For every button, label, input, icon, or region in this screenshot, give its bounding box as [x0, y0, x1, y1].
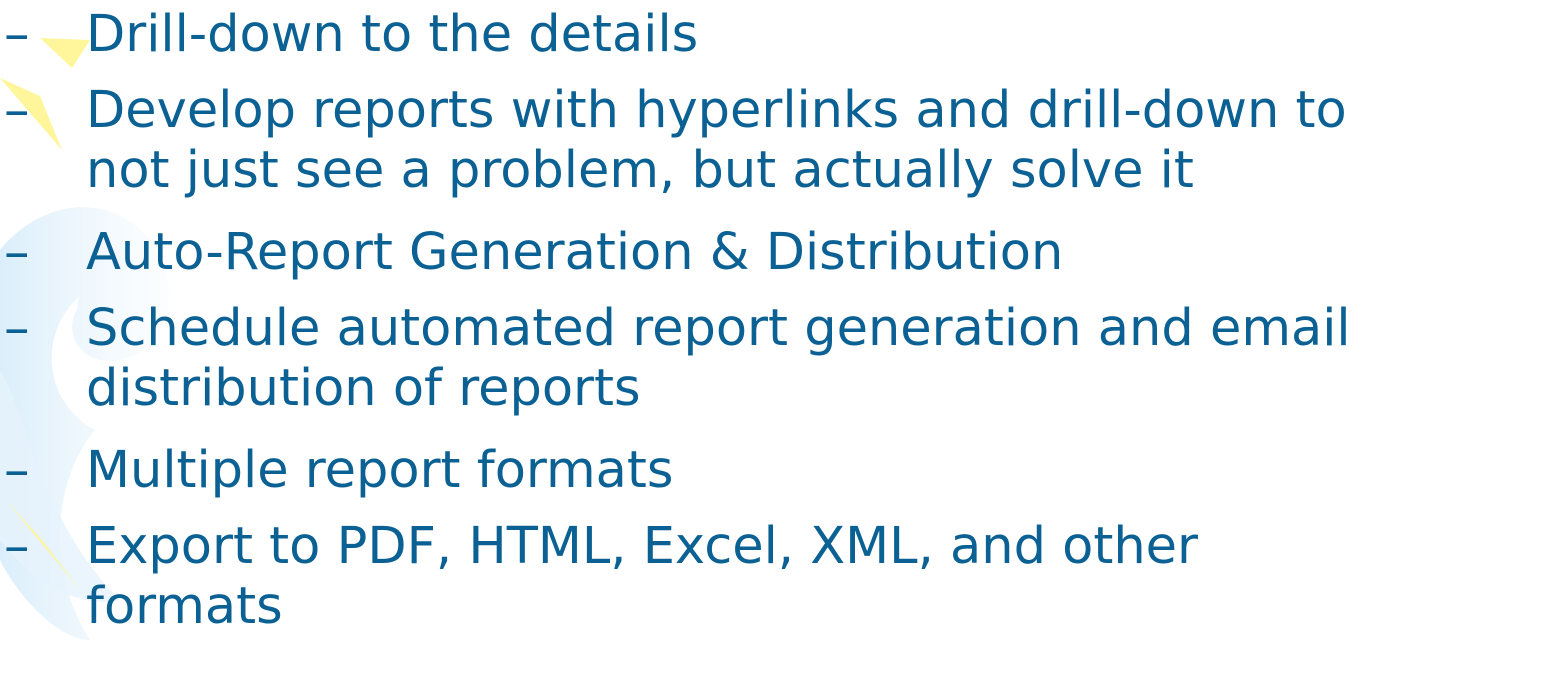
bullet-text: Multiple report formats — [86, 441, 674, 500]
bullet-dash: – — [4, 81, 30, 140]
bullet-text-line-2: not just see a problem, but actually sol… — [86, 141, 1194, 200]
bullet-text-line-1: Develop reports with hyperlinks and dril… — [86, 81, 1347, 140]
bullet-dash: – — [4, 299, 30, 358]
bullet-dash: – — [4, 223, 30, 282]
bullet-text: Drill-down to the details — [86, 5, 699, 64]
bullet-text-line-2: distribution of reports — [86, 359, 641, 418]
bullet-text-line-1: Export to PDF, HTML, Excel, XML, and oth… — [86, 517, 1199, 576]
bullet-text-line-2: formats — [86, 577, 283, 636]
bullet-text-line-1: Schedule automated report generation and… — [86, 299, 1351, 358]
bullet-dash: – — [4, 5, 30, 64]
bullet-dash: – — [4, 441, 30, 500]
slide-body: – Drill-down to the details – Develop re… — [0, 0, 1555, 688]
bullet-dash: – — [4, 517, 30, 576]
bullet-text: Auto-Report Generation & Distribution — [86, 223, 1064, 282]
